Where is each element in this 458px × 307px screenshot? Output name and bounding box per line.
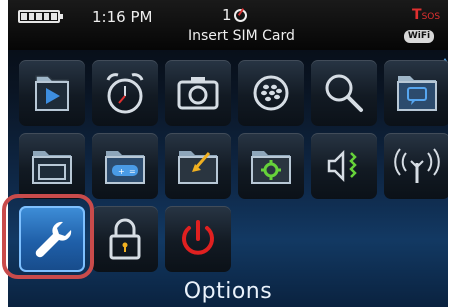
svg-text:=: = <box>129 167 136 176</box>
manage-connections-icon <box>394 148 440 183</box>
notification-count: 1 <box>222 6 232 24</box>
battery-icon <box>18 10 63 23</box>
downloads-folder-icon <box>178 151 218 184</box>
app-games[interactable]: + = <box>92 133 158 199</box>
app-applications[interactable] <box>238 133 304 199</box>
app-media[interactable] <box>19 60 85 126</box>
app-manage-connections[interactable] <box>384 133 448 199</box>
app-search[interactable] <box>311 60 377 126</box>
app-sound-profiles[interactable] <box>311 133 377 199</box>
app-bbm[interactable] <box>238 60 304 126</box>
games-folder-icon: + = <box>105 151 145 184</box>
status-bar: 1:16 PM 1 Insert SIM Card TSOS WiFi <box>8 0 448 50</box>
app-messages[interactable] <box>384 60 448 126</box>
app-power[interactable] <box>165 206 231 272</box>
search-icon <box>325 74 363 112</box>
no-service-icon <box>233 8 247 22</box>
power-icon <box>182 220 214 255</box>
signal-indicator: TSOS <box>412 7 440 23</box>
lock-icon <box>109 218 141 260</box>
clock: 1:16 PM <box>92 8 153 26</box>
sound-profile-icon <box>327 149 357 183</box>
app-lock[interactable] <box>92 206 158 272</box>
media-icon <box>35 75 69 111</box>
browser-folder-icon <box>32 151 72 184</box>
selected-app-label: Options <box>183 279 273 304</box>
svg-text:+: + <box>118 167 125 176</box>
wifi-badge: WiFi <box>404 30 434 43</box>
app-browser[interactable] <box>19 133 85 199</box>
alarm-clock-icon <box>106 73 144 114</box>
sos-label: SOS <box>421 12 441 22</box>
blackberry-messenger-icon <box>253 75 289 111</box>
applications-folder-icon <box>251 151 291 184</box>
app-clock[interactable] <box>92 60 158 126</box>
notification-indicator[interactable]: 1 <box>222 6 247 24</box>
selection-highlight-frame <box>2 194 94 279</box>
camera-icon <box>177 77 219 110</box>
messages-icon <box>397 76 437 111</box>
app-downloads[interactable] <box>165 133 231 199</box>
network-message: Insert SIM Card <box>188 28 295 44</box>
signal-antenna-icon: T <box>412 7 422 23</box>
app-camera[interactable] <box>165 60 231 126</box>
